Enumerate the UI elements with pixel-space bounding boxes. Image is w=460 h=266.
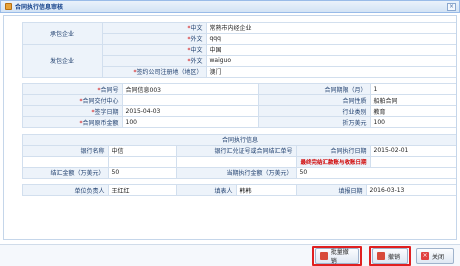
- revoke-icon: [320, 252, 328, 260]
- button-bar: 批量撤销 撤销 × 关闭: [0, 244, 460, 266]
- contractor-group-label: 承包企业: [21, 21, 103, 45]
- revoke-icon: [377, 252, 385, 260]
- filler-label: 填表人: [175, 184, 237, 196]
- period-label: 合同期限（月）: [324, 86, 367, 94]
- window-title: 合同执行信息审核: [15, 4, 64, 11]
- contract-table: *合同号 合同信息003 合同期限（月） 1 *合同交付中心 合同性质 船舶合同…: [4, 83, 456, 134]
- sign-date-value: 2015-04-03: [121, 105, 259, 117]
- revoke-label: 撤销: [388, 253, 401, 261]
- current-label: 当期执行金额（万美元）: [175, 166, 297, 179]
- close-icon: ×: [421, 252, 429, 260]
- contractor-en-value: qqq: [205, 32, 456, 45]
- industry-value: 教育: [369, 105, 456, 117]
- warning-text: 最终完结汇款账与收账日期: [300, 159, 367, 166]
- window-icon: [5, 3, 12, 10]
- execution-table: 合同执行信息 银行名称 中信 银行汇兑证号或合同结汇单号 合同执行日期 2015…: [4, 133, 456, 184]
- sign-place-value: 澳门: [205, 65, 456, 78]
- sign-date-label: 签字日期: [94, 108, 119, 116]
- settle-label: 结汇金额（万美元）: [21, 166, 109, 179]
- slip-value: [175, 155, 297, 168]
- signature-table: 单位负责人 王红红 填表人 韩韩 填报日期 2016-03-13: [4, 184, 456, 196]
- exec-date-value: 2015-02-01: [369, 144, 456, 157]
- bank-label: 银行名称: [21, 144, 109, 157]
- close-label: 关闭: [432, 253, 445, 261]
- settle-value: 50: [107, 166, 177, 179]
- sign-place-label: 签约公司注册地（地区）: [136, 69, 203, 76]
- close-icon[interactable]: ×: [447, 3, 456, 11]
- close-button[interactable]: × 关闭: [416, 248, 454, 264]
- center-label: 合同交付中心: [82, 97, 119, 105]
- contractor-zh-value: 常熟市内经企业: [205, 21, 456, 34]
- enterprise-table: 承包企业 *中文 常熟市内经企业 *外文 qqq 发包企业 *中文 中国 *外文…: [4, 16, 456, 83]
- amount-label: 合同原币金额: [82, 119, 119, 127]
- filler-value: 韩韩: [235, 184, 297, 196]
- issuer-zh-value: 中国: [205, 43, 456, 56]
- usd-value: 100: [369, 116, 456, 128]
- batch-revoke-button[interactable]: 批量撤销: [315, 248, 359, 265]
- amount-value: 100: [121, 116, 259, 128]
- en-label: 外文: [190, 36, 203, 43]
- fill-date-label: 填报日期: [295, 184, 367, 196]
- center-value: [121, 94, 259, 106]
- usd-label: 折万美元: [342, 119, 367, 127]
- unit-head-value: 王红红: [107, 184, 177, 196]
- current-value: 50: [295, 166, 456, 179]
- issuer-en-value: waiguo: [205, 54, 456, 67]
- batch-revoke-label: 批量撤销: [330, 249, 349, 265]
- fill-date-value: 2016-03-13: [365, 184, 456, 196]
- slip-label: 银行汇兑证号或合同结汇单号: [175, 144, 297, 157]
- contract-no-label: 合同号: [100, 86, 119, 94]
- contract-no-value: 合同信息003: [121, 83, 259, 95]
- window-title-bar: 合同执行信息审核 ×: [0, 0, 460, 13]
- nature-value: 船舶合同: [369, 94, 456, 106]
- form-content: 承包企业 *中文 常熟市内经企业 *外文 qqq 发包企业 *中文 中国 *外文…: [3, 15, 457, 240]
- zh-label: 中文: [190, 25, 203, 32]
- bank-value: 中信: [107, 144, 177, 157]
- unit-head-label: 单位负责人: [21, 184, 109, 196]
- industry-label: 行业类别: [342, 108, 367, 116]
- exec-date-label: 合同执行日期: [295, 144, 371, 157]
- revoke-button[interactable]: 撤销: [372, 248, 408, 264]
- zh-label: 中文: [190, 47, 203, 54]
- nature-label: 合同性质: [342, 97, 367, 105]
- section-title: 合同执行信息: [21, 133, 456, 146]
- issuer-group-label: 发包企业: [21, 43, 103, 78]
- en-label: 外文: [190, 58, 203, 65]
- period-value: 1: [369, 83, 456, 95]
